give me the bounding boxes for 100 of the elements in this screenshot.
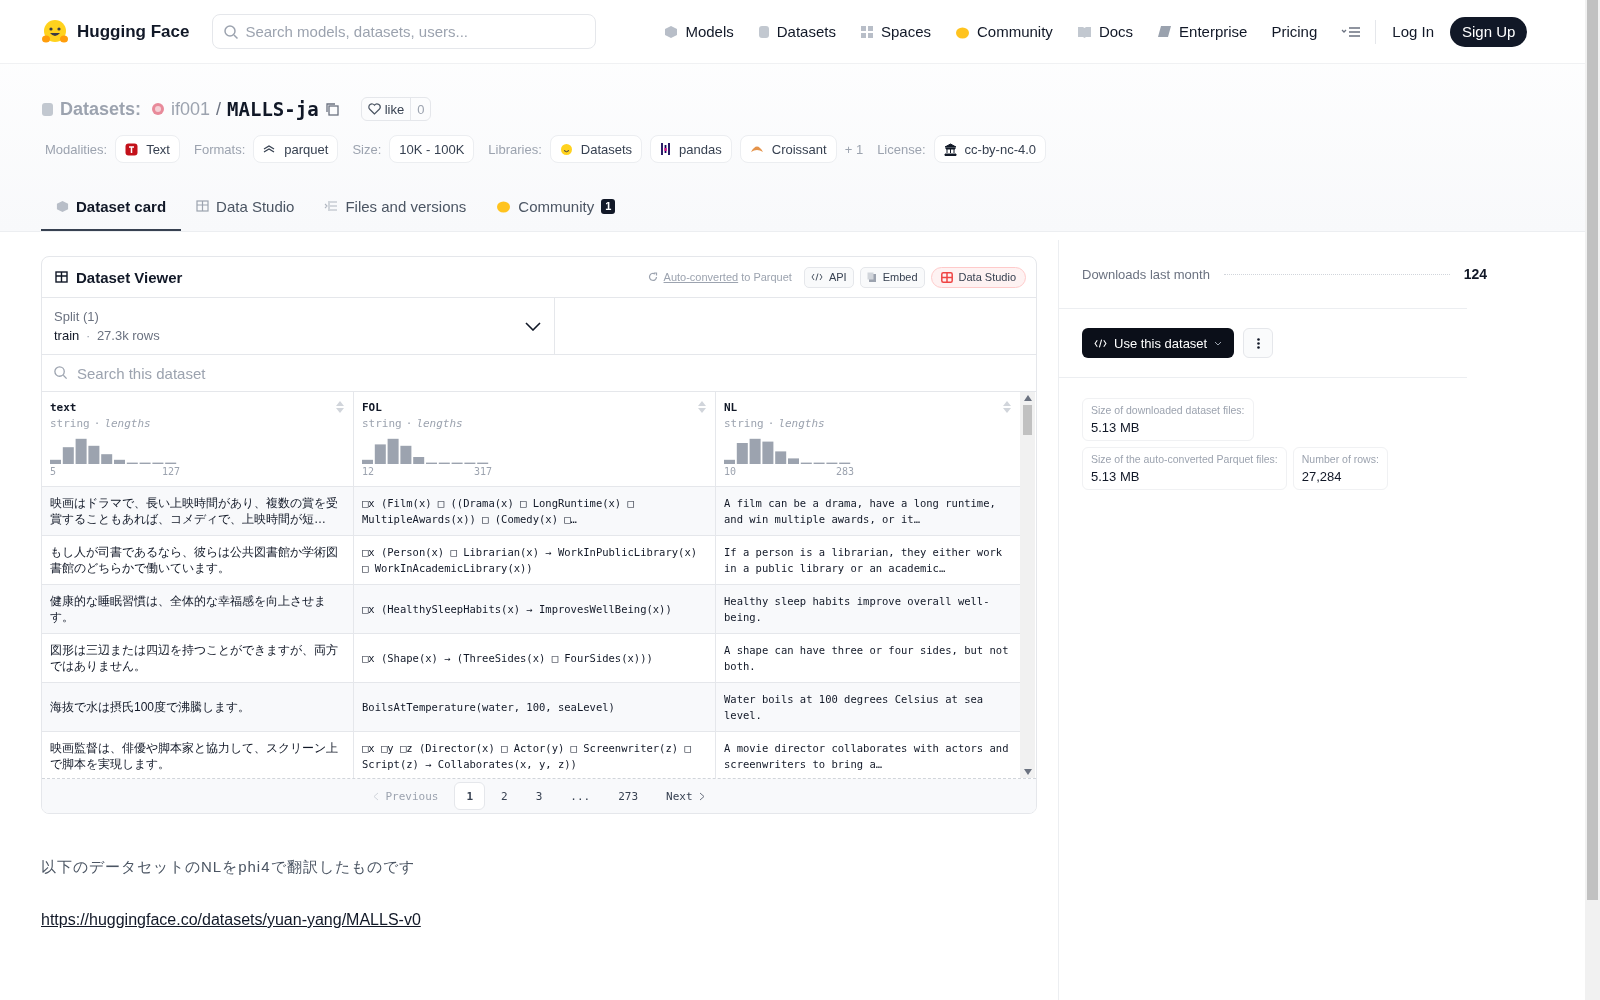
api-button[interactable]: API [803, 266, 854, 288]
badge-icon [1157, 25, 1173, 38]
max-value: 127 [161, 466, 180, 477]
count-badge: 1 [601, 198, 616, 214]
chevron-icon [698, 791, 705, 801]
brand-name[interactable]: Hugging Face [77, 21, 190, 42]
column-name: text [50, 400, 77, 414]
stat-label: lengths [778, 417, 825, 430]
stat-label: lengths [104, 417, 151, 430]
scrollbar[interactable] [1585, 0, 1600, 1000]
nav-link[interactable]: Pricing [1271, 23, 1318, 40]
cube-icon [56, 199, 69, 213]
search-field[interactable]: Search models, datasets, users... [212, 14, 597, 49]
scrollbar-thumb[interactable] [1587, 0, 1598, 900]
copy-icon[interactable] [324, 102, 339, 116]
downloads-label: Downloads last month [1082, 266, 1210, 282]
tag-chip[interactable]: Text [115, 135, 180, 163]
nav-link[interactable]: Docs [1076, 23, 1134, 40]
table-cell-text: □x □y □z (Director(x) □ Actor(y) □ Screenwriter(z) □ Script(z) → Collaborates(x, y, z)) [362, 741, 692, 772]
scrollbar[interactable] [1020, 392, 1035, 778]
page-link[interactable]: 273 [606, 782, 651, 810]
menu-icon[interactable] [1341, 25, 1362, 38]
tag-group-label: Modalities: [45, 141, 108, 157]
list-icon [324, 200, 339, 212]
min-value: 10 [724, 466, 737, 477]
login-link[interactable]: Log In [1392, 23, 1434, 40]
column-type: string [724, 417, 764, 430]
text-icon [125, 142, 139, 156]
separator-dot: · [93, 417, 101, 430]
max-value: 317 [473, 466, 492, 477]
table-icon [55, 271, 68, 283]
bank-icon [943, 142, 957, 156]
column-name: FOL [362, 400, 382, 414]
page-link[interactable]: 1 [454, 782, 486, 810]
more-options-button[interactable] [1243, 328, 1274, 358]
stat-card: Size of downloaded dataset files: 5.13 MB [1082, 398, 1254, 441]
table-cell-text: If a person is a librarian, they either work in a public library or an academic… [724, 545, 1004, 576]
table-cell-text: A movie director collaborates with actors and screenwriters to bring a… [724, 741, 1010, 772]
copy-icon [866, 271, 877, 283]
stat-label: lengths [416, 417, 463, 430]
tab[interactable]: Data Studio [181, 183, 310, 231]
separator-dot: · [767, 417, 775, 430]
tab[interactable]: Community 1 [481, 183, 631, 231]
sort-icon[interactable] [335, 400, 345, 414]
up-arrow-icon[interactable] [1023, 395, 1032, 401]
search-icon [223, 24, 240, 40]
avatar-icon [151, 102, 166, 116]
nav-link[interactable]: Models [664, 23, 734, 40]
book-icon [1076, 25, 1092, 38]
dataset-name[interactable]: MALLS-ja [227, 98, 319, 120]
sort-icon[interactable] [697, 400, 707, 414]
tag-chip[interactable]: 10K - 100K [389, 135, 475, 163]
code-icon [1094, 338, 1107, 348]
signup-button[interactable]: Sign Up [1450, 16, 1528, 47]
down-arrow-icon[interactable] [1023, 769, 1032, 775]
tag-chip[interactable]: pandas [650, 135, 732, 163]
page-link[interactable]: 2 [489, 782, 520, 810]
tag-chip[interactable]: Datasets [549, 135, 643, 163]
like-button[interactable]: like 0 [360, 97, 432, 121]
table-cell: 海抜で水は摂氏100度で沸騰します。 [50, 699, 251, 715]
table-cell-text: 映画はドラマで、長い上映時間があり、複数の賞を受賞することもあれば、コメディで、上映時間が短… [50, 495, 339, 527]
next-link[interactable]: Next [654, 789, 717, 803]
nav-link[interactable]: Community [955, 23, 1053, 40]
table-cell-text: 健康的な睡眠習慣は、全体的な幸福感を向上させます。 [50, 593, 327, 625]
page-link[interactable]: ... [558, 782, 603, 810]
use-dataset-button[interactable]: Use this dataset [1082, 328, 1235, 358]
tag-chip[interactable]: Croissant [739, 135, 837, 163]
sort-icon[interactable] [1002, 400, 1012, 414]
max-value: 283 [835, 466, 854, 477]
scrollbar-thumb[interactable] [1023, 405, 1032, 435]
page-link[interactable]: 3 [523, 782, 555, 810]
nav-link[interactable]: Spaces [859, 23, 931, 40]
data-studio-button[interactable]: Data Studio [930, 266, 1026, 288]
table-cell-text: A shape can have three or four sides, but not both. [724, 643, 1010, 674]
grid-icon [859, 24, 874, 39]
path-separator: / [216, 98, 222, 120]
heart-icon [367, 103, 381, 115]
chevron-icon [373, 791, 380, 801]
tab[interactable]: Dataset card [41, 183, 182, 231]
nav-link[interactable]: Enterprise [1157, 23, 1248, 40]
min-value: 12 [362, 466, 375, 477]
tag-chip[interactable]: parquet [253, 135, 339, 163]
column-type: string [362, 417, 402, 430]
tag-chip[interactable]: cc-by-nc-4.0 [933, 135, 1047, 163]
caret-icon [1214, 340, 1223, 346]
nav-link[interactable]: Datasets [757, 23, 836, 40]
chevron-icon [525, 321, 541, 331]
tag-group-label: License: [877, 141, 926, 157]
min-value: 5 [50, 466, 57, 477]
embed-button[interactable]: Embed [859, 266, 925, 288]
database-icon [41, 101, 54, 117]
database-icon [757, 24, 770, 39]
tab[interactable]: Files and versions [309, 183, 482, 231]
column-type: string [50, 417, 90, 430]
split-dropdown[interactable]: Split (1) train · 27.3k rows [42, 298, 555, 354]
source-link[interactable]: https://huggingface.co/datasets/yuan-yang/MALLS-v0 [41, 911, 421, 929]
downloads-count: 124 [1463, 266, 1487, 282]
dots-icon [1256, 337, 1260, 349]
viewer-title: Dataset Viewer [76, 268, 183, 286]
search-field[interactable]: Search this dataset [42, 355, 1036, 391]
